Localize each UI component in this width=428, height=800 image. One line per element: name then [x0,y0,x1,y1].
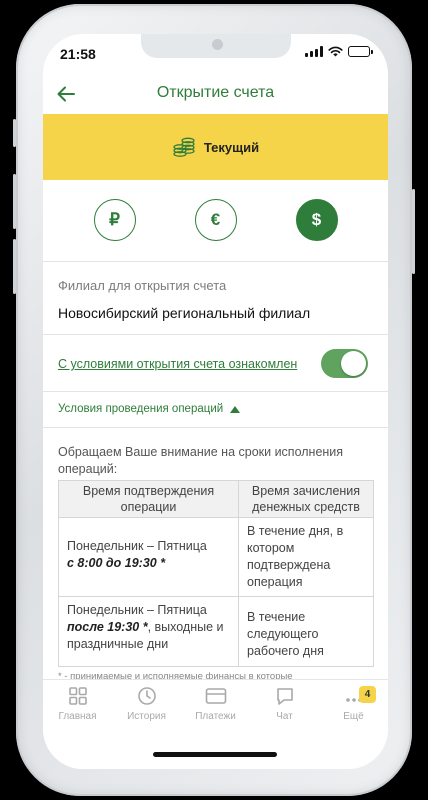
tab-more[interactable]: 4 Ещё [319,686,388,722]
notch [141,34,291,58]
weekday-text: Понедельник – Пятница [67,603,207,617]
cellular-signal-icon [305,46,323,57]
camera-icon [212,39,223,50]
page-title: Открытие счета [156,84,275,101]
divider [43,334,388,335]
tab-home[interactable]: Главная [43,686,112,722]
divider [43,261,388,262]
weekday-text: Понедельник – Пятница [67,539,207,553]
volume-up-button [13,174,16,229]
tab-payments[interactable]: Платежи [181,686,250,722]
mute-switch [13,119,16,147]
tab-label: Главная [58,711,97,722]
table-row: Понедельник – Пятница с 8:00 до 19:30 * … [58,517,374,597]
grid-icon [68,687,87,705]
operations-note: Обращаем Ваше внимание на сроки исполнен… [58,445,344,476]
branch-value[interactable]: Новосибирский региональный филиал [58,305,310,321]
tab-label: Платежи [195,711,236,722]
terms-link[interactable]: С условиями открытия счета ознакомлен [58,357,297,371]
account-type-label: Текущий [203,139,260,155]
tab-label: Ещё [343,711,364,722]
toggle-knob [341,351,366,376]
dollar-icon: $ [311,210,322,229]
status-time: 21:58 [60,46,96,62]
time-range-text: после 19:30 * [67,620,148,634]
caret-up-icon [230,405,241,413]
operations-conditions-toggle[interactable]: Условия проведения операций [58,403,241,415]
divider [43,427,388,428]
nav-header: Открытие счета [43,74,388,114]
volume-down-button [13,239,16,294]
table-header-cell: Время подтверждения операции [58,480,239,518]
terms-accepted-toggle[interactable] [321,349,368,378]
currency-usd-button[interactable]: $ [295,199,338,241]
branch-label: Филиал для открытия счета [58,278,227,293]
table-cell: Понедельник – Пятница после 19:30 *, вых… [58,596,239,667]
ruble-icon: ₽ [109,210,120,229]
operations-table: Время подтверждения операции Время зачис… [58,480,374,667]
currency-rub-button[interactable]: ₽ [93,199,136,241]
operations-conditions-label: Условия проведения операций [58,403,224,415]
tab-label: История [127,711,166,722]
table-cell: В течение дня, в котором подтверждена оп… [238,517,374,597]
table-cell: Понедельник – Пятница с 8:00 до 19:30 * [58,517,239,597]
chat-icon [276,688,293,705]
clock-icon [137,687,156,705]
euro-icon: € [210,210,221,229]
time-range-text: с 8:00 до 19:30 * [67,556,166,570]
table-row: Понедельник – Пятница после 19:30 *, вых… [58,596,374,667]
divider [43,391,388,392]
status-icons [305,46,373,57]
account-type-banner[interactable]: Текущий [43,114,388,180]
phone-screen: 21:58 Открытие счета Текущий ₽ € $ Филиа… [43,34,388,769]
tab-label: Чат [276,711,293,722]
notification-badge: 4 [359,686,376,703]
table-cell: В течение следующего рабочего дня [238,596,374,667]
table-header-row: Время подтверждения операции Время зачис… [58,480,374,518]
table-header-cell: Время зачисления денежных средств [238,480,374,518]
power-button [412,189,415,274]
tab-history[interactable]: История [112,686,181,722]
tab-chat[interactable]: Чат [250,686,319,722]
currency-eur-button[interactable]: € [194,199,237,241]
currency-selector: ₽ € $ [43,180,388,260]
coins-icon [173,137,195,157]
home-indicator[interactable] [153,752,277,757]
wifi-icon [328,46,343,57]
wallet-icon [205,688,226,704]
battery-icon [348,46,373,57]
